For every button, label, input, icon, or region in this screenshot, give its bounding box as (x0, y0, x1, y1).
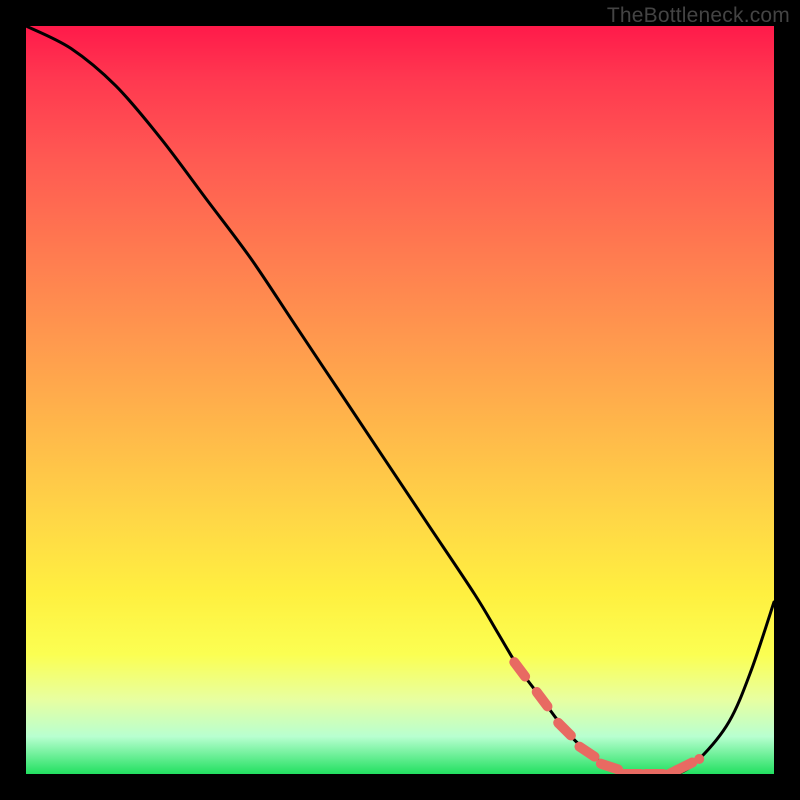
attribution-text: TheBottleneck.com (607, 4, 790, 28)
highlight-point (558, 723, 571, 736)
highlight-point (537, 692, 548, 706)
chart-overlay (26, 26, 774, 774)
highlight-point (676, 763, 692, 771)
highlight-point (661, 770, 677, 774)
highlight-point (580, 747, 595, 757)
bottleneck-curve (26, 26, 774, 774)
highlight-points (514, 662, 699, 774)
highlight-point (601, 764, 618, 770)
plot-gradient-background (26, 26, 774, 774)
highlight-point (514, 662, 525, 676)
chart-container: { "attribution": "TheBottleneck.com", "c… (0, 0, 800, 800)
